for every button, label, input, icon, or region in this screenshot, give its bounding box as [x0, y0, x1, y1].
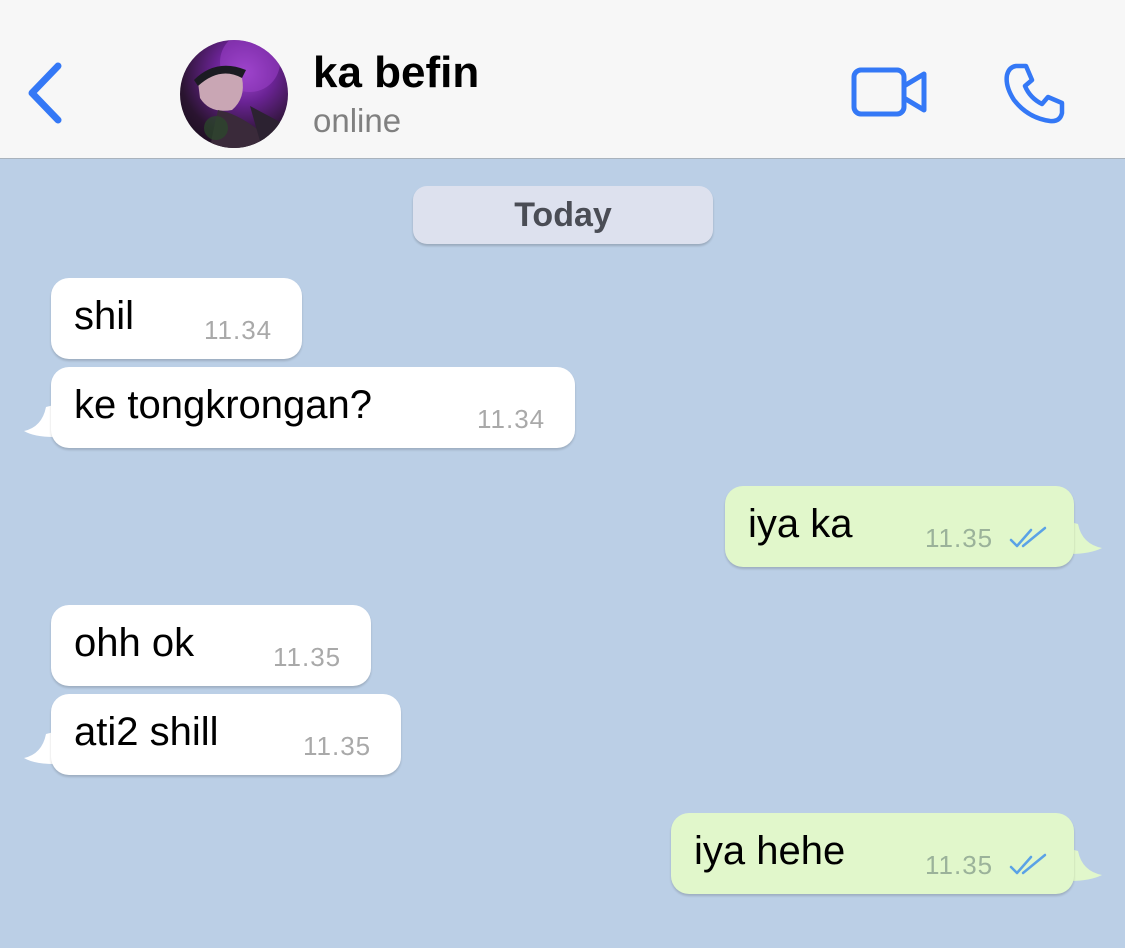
phone-icon — [1004, 63, 1065, 124]
back-button[interactable] — [22, 58, 70, 128]
message-bubble-outgoing[interactable]: iya ka 11.35 — [725, 486, 1074, 567]
avatar-photo — [194, 40, 282, 148]
message-timestamp: 11.35 — [273, 642, 342, 672]
message-timestamp: 11.34 — [204, 315, 273, 345]
message-bubble-outgoing[interactable]: iya hehe 11.35 — [671, 813, 1074, 894]
message-timestamp: 11.35 — [303, 731, 372, 761]
date-separator: Today — [413, 186, 713, 244]
message-text: ke tongkrongan? — [74, 383, 373, 427]
message-text: ohh ok — [74, 621, 195, 665]
message-text: ati2 shill — [74, 710, 219, 754]
chat-header: ka befin online — [0, 0, 1125, 159]
video-call-button[interactable] — [850, 64, 930, 120]
contact-name[interactable]: ka befin — [313, 48, 479, 98]
message-bubble-incoming[interactable]: ati2 shill 11.35 — [51, 694, 401, 775]
message-timestamp: 11.34 — [477, 404, 546, 434]
message-text: iya ka — [748, 502, 853, 546]
message-timestamp: 11.35 — [925, 850, 994, 880]
message-timestamp: 11.35 — [925, 523, 994, 553]
chevron-left-icon — [28, 62, 62, 124]
double-check-icon — [1009, 853, 1047, 875]
video-camera-icon — [851, 67, 927, 117]
message-bubble-incoming[interactable]: ohh ok 11.35 — [51, 605, 371, 686]
message-text: iya hehe — [694, 829, 846, 873]
voice-call-button[interactable] — [1002, 60, 1068, 126]
message-bubble-incoming[interactable]: shil 11.34 — [51, 278, 302, 359]
contact-status: online — [313, 102, 402, 139]
message-text: shil — [74, 294, 135, 338]
message-bubble-incoming[interactable]: ke tongkrongan? 11.34 — [51, 367, 575, 448]
double-check-icon — [1009, 526, 1047, 548]
contact-avatar[interactable] — [180, 40, 288, 148]
